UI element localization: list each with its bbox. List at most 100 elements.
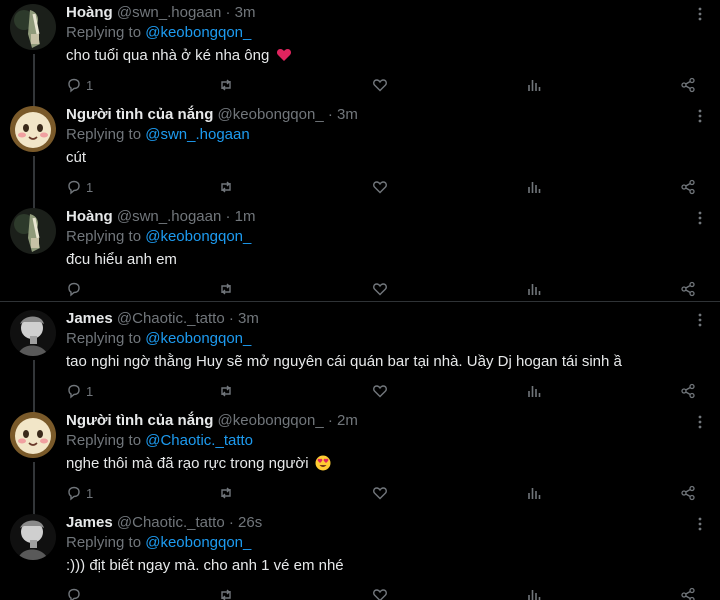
- tweet[interactable]: Hoàng @swn_.hogaan · 3m Replying to @keo…: [0, 0, 720, 102]
- like-button[interactable]: [372, 76, 388, 94]
- retweet-button[interactable]: [218, 280, 234, 298]
- replying-to-label: Replying to: [66, 126, 142, 143]
- like-button[interactable]: [372, 586, 388, 600]
- views-icon: [528, 284, 541, 295]
- display-name[interactable]: Người tình của nắng: [66, 412, 213, 429]
- user-handle[interactable]: @swn_.hogaan: [117, 208, 221, 225]
- like-button[interactable]: [372, 382, 388, 400]
- display-name[interactable]: Người tình của nắng: [66, 106, 213, 123]
- reply-button[interactable]: [66, 280, 86, 298]
- reply-icon: [68, 486, 80, 501]
- views-button[interactable]: [526, 484, 542, 502]
- mention-link[interactable]: @keobongqon_: [145, 534, 251, 551]
- retweet-button[interactable]: [218, 76, 234, 94]
- user-handle[interactable]: @Chaotic._tatto: [117, 514, 225, 531]
- views-icon: [528, 590, 541, 600]
- more-vertical-icon[interactable]: [692, 312, 708, 328]
- tweet-header: James @Chaotic._tatto · 3m: [66, 310, 259, 328]
- tweet-text-content: tao nghi ngờ thằng Huy sẽ mở nguyên cái …: [66, 353, 622, 370]
- tweet-text-content: :))) địt biết ngay mà. cho anh 1 vé em n…: [66, 557, 344, 574]
- avatar[interactable]: [10, 310, 56, 356]
- tweet-header: Hoàng @swn_.hogaan · 3m: [66, 4, 256, 22]
- user-handle[interactable]: @keobongqon_: [218, 106, 324, 123]
- tweet[interactable]: James @Chaotic._tatto · 3m Replying to @…: [0, 306, 720, 408]
- tweet[interactable]: James @Chaotic._tatto · 26s Replying to …: [0, 510, 720, 600]
- replying-to: Replying to @Chaotic._tatto: [66, 432, 253, 450]
- tweet-header: James @Chaotic._tatto · 26s: [66, 514, 262, 532]
- separator: ·: [225, 4, 231, 21]
- like-button[interactable]: [372, 280, 388, 298]
- display-name[interactable]: Hoàng: [66, 4, 113, 21]
- share-button[interactable]: [680, 586, 696, 600]
- heart-icon: [373, 589, 387, 600]
- avatar[interactable]: [10, 106, 56, 152]
- user-handle[interactable]: @Chaotic._tatto: [117, 310, 225, 327]
- retweet-icon: [221, 385, 231, 397]
- reply-button[interactable]: 1: [66, 382, 93, 400]
- reply-button[interactable]: 1: [66, 178, 93, 196]
- mention-link[interactable]: @keobongqon_: [145, 228, 251, 245]
- hoang-avatar-icon: [10, 4, 56, 50]
- tweet[interactable]: Người tình của nắng @keobongqon_ · 3m Re…: [0, 102, 720, 204]
- avatar[interactable]: [10, 412, 56, 458]
- reply-icon: [68, 588, 80, 600]
- mention-link[interactable]: @swn_.hogaan: [145, 126, 249, 143]
- views-button[interactable]: [526, 586, 542, 600]
- avatar[interactable]: [10, 208, 56, 254]
- tweet-text: đcu hiểu anh em: [66, 250, 177, 270]
- timestamp[interactable]: 1m: [235, 208, 256, 225]
- views-button[interactable]: [526, 280, 542, 298]
- retweet-button[interactable]: [218, 178, 234, 196]
- replying-to-label: Replying to: [66, 330, 142, 347]
- retweet-button[interactable]: [218, 382, 234, 400]
- timestamp[interactable]: 2m: [337, 412, 358, 429]
- share-button[interactable]: [680, 178, 696, 196]
- display-name[interactable]: James: [66, 514, 113, 531]
- avatar[interactable]: [10, 514, 56, 560]
- more-vertical-icon[interactable]: [692, 210, 708, 226]
- timestamp[interactable]: 3m: [235, 4, 256, 21]
- more-vertical-icon[interactable]: [692, 516, 708, 532]
- reply-icon: [68, 282, 80, 297]
- replying-to: Replying to @keobongqon_: [66, 534, 251, 552]
- views-button[interactable]: [526, 76, 542, 94]
- share-icon: [681, 77, 695, 93]
- mention-link[interactable]: @Chaotic._tatto: [145, 432, 253, 449]
- tweet-text-content: nghe thôi mà đã rạo rực trong người: [66, 455, 309, 472]
- reply-button[interactable]: [66, 586, 86, 600]
- more-vertical-icon[interactable]: [692, 6, 708, 22]
- display-name[interactable]: James: [66, 310, 113, 327]
- reply-button[interactable]: 1: [66, 76, 93, 94]
- replying-to: Replying to @keobongqon_: [66, 330, 251, 348]
- share-button[interactable]: [680, 484, 696, 502]
- timestamp[interactable]: 3m: [337, 106, 358, 123]
- retweet-icon: [221, 589, 231, 600]
- reply-count: 1: [86, 383, 94, 399]
- reply-icon: [68, 78, 80, 93]
- retweet-button[interactable]: [218, 484, 234, 502]
- user-handle[interactable]: @keobongqon_: [218, 412, 324, 429]
- views-button[interactable]: [526, 382, 542, 400]
- more-vertical-icon[interactable]: [692, 414, 708, 430]
- timestamp[interactable]: 3m: [238, 310, 259, 327]
- share-button[interactable]: [680, 76, 696, 94]
- tweet[interactable]: Người tình của nắng @keobongqon_ · 2m Re…: [0, 408, 720, 510]
- tweet[interactable]: Hoàng @swn_.hogaan · 1m Replying to @keo…: [0, 204, 720, 306]
- like-button[interactable]: [372, 178, 388, 196]
- avatar[interactable]: [10, 4, 56, 50]
- mention-link[interactable]: @keobongqon_: [145, 24, 251, 41]
- heart-eyes-emoji-icon: [315, 455, 331, 471]
- share-button[interactable]: [680, 280, 696, 298]
- mention-link[interactable]: @keobongqon_: [145, 330, 251, 347]
- user-handle[interactable]: @swn_.hogaan: [117, 4, 221, 21]
- replying-to-label: Replying to: [66, 534, 142, 551]
- reply-icon: [68, 384, 80, 399]
- retweet-button[interactable]: [218, 586, 234, 600]
- views-button[interactable]: [526, 178, 542, 196]
- like-button[interactable]: [372, 484, 388, 502]
- share-button[interactable]: [680, 382, 696, 400]
- display-name[interactable]: Hoàng: [66, 208, 113, 225]
- reply-button[interactable]: 1: [66, 484, 93, 502]
- timestamp[interactable]: 26s: [238, 514, 262, 531]
- more-vertical-icon[interactable]: [692, 108, 708, 124]
